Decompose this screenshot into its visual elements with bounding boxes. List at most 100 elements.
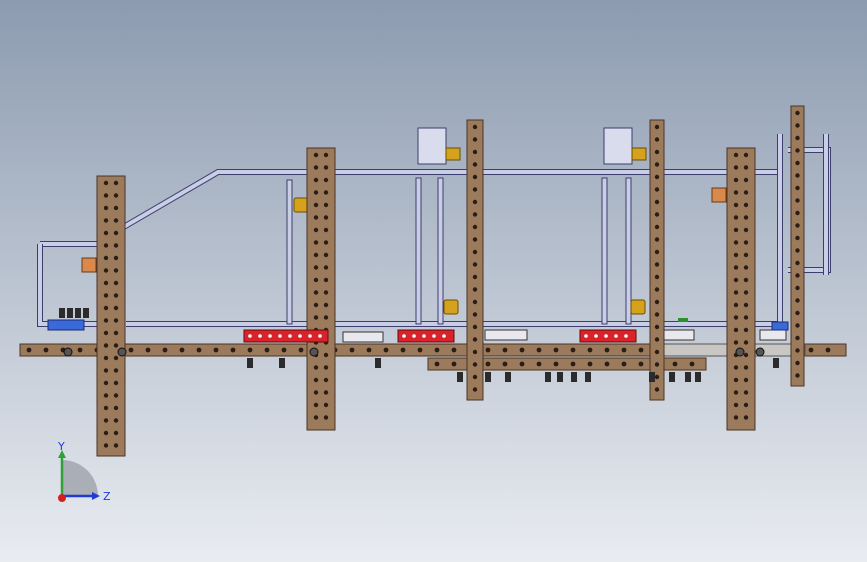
- post-2-hole: [313, 240, 319, 245]
- post-4-hole: [654, 174, 660, 180]
- motor-1[interactable]: [417, 127, 447, 165]
- post-5-hole: [743, 315, 749, 320]
- post-1[interactable]: [96, 175, 126, 457]
- post-1-hole: [113, 355, 119, 361]
- bolt-10: [585, 372, 591, 382]
- post-5-hole: [743, 240, 749, 245]
- post-3-hole: [472, 124, 478, 130]
- post-3-hole: [472, 299, 478, 305]
- post-2-hole: [313, 215, 319, 220]
- red-block-1[interactable]: [243, 329, 329, 343]
- connector-block-1[interactable]: [342, 331, 384, 343]
- main-base-rail-hole: [77, 347, 83, 353]
- bolt-7: [545, 372, 551, 382]
- post-2-hole: [323, 252, 329, 258]
- post-3[interactable]: [466, 119, 484, 401]
- connector-block-3[interactable]: [663, 329, 695, 341]
- post-4-hole: [654, 374, 660, 380]
- post-6-hole: [795, 273, 800, 278]
- post-4-hole: [654, 149, 660, 155]
- post-3-hole: [472, 249, 478, 255]
- graphics-viewport[interactable]: Y Z: [0, 0, 867, 562]
- main-base-rail-hole: [570, 347, 576, 353]
- post-5-hole: [733, 302, 739, 308]
- frame-support-5[interactable]: [625, 177, 632, 325]
- post-2-hole: [323, 290, 329, 295]
- post-1-hole: [103, 230, 109, 236]
- blue-mount-right[interactable]: [771, 321, 789, 331]
- connector-block-4[interactable]: [759, 329, 787, 341]
- main-base-rail-hole: [247, 347, 253, 353]
- main-base-rail-hole: [162, 347, 168, 353]
- post-4-hole: [654, 274, 660, 280]
- main-base-rail-hole: [383, 347, 389, 353]
- post-5-hole: [733, 340, 739, 345]
- nut-1: [63, 347, 73, 357]
- post-2-hole: [323, 365, 329, 370]
- post-2-hole: [313, 227, 319, 233]
- post-4-hole: [654, 312, 660, 317]
- red-block-hole: [258, 334, 262, 338]
- post-5-hole: [733, 327, 739, 333]
- assembly-model[interactable]: [0, 0, 867, 562]
- triad-quarter-disc: [62, 460, 98, 496]
- post-1-hole: [113, 405, 119, 411]
- post-4-hole: [654, 237, 660, 242]
- post-2-hole: [313, 290, 319, 295]
- post-5-hole: [733, 365, 739, 370]
- y-axis-label: Y: [57, 440, 65, 453]
- frame-support-4[interactable]: [601, 177, 608, 325]
- motor-2[interactable]: [603, 127, 633, 165]
- post-6-hole: [795, 323, 800, 328]
- main-base-rail-hole: [298, 347, 304, 353]
- post-1-hole: [113, 193, 119, 198]
- blue-mount-left[interactable]: [47, 319, 85, 331]
- post-6[interactable]: [790, 105, 805, 387]
- post-4-hole: [654, 187, 660, 192]
- post-1-hole: [103, 193, 109, 198]
- post-3-hole: [472, 187, 478, 192]
- post-5-hole: [733, 177, 739, 183]
- main-base-rail-hole: [417, 347, 423, 353]
- nut-3: [309, 347, 319, 357]
- post-3-hole: [472, 199, 478, 205]
- post-2-hole: [313, 365, 319, 370]
- frame-support-2[interactable]: [415, 177, 422, 325]
- post-5-hole: [733, 415, 739, 420]
- post-2-hole: [323, 215, 329, 220]
- frame-support-3[interactable]: [437, 177, 444, 325]
- post-5-hole: [733, 402, 739, 408]
- post-3-hole: [472, 362, 478, 367]
- post-2-hole: [313, 152, 319, 158]
- post-5-hole: [743, 215, 749, 220]
- post-6-hole: [795, 110, 800, 116]
- post-1-hole: [103, 293, 109, 298]
- post-2-hole: [323, 390, 329, 395]
- post-6-hole: [795, 248, 800, 253]
- post-5-hole: [733, 165, 739, 170]
- standoff-4: [83, 308, 89, 318]
- post-4[interactable]: [649, 119, 665, 401]
- post-1-hole: [113, 318, 119, 323]
- motor-coupler-2: [631, 147, 647, 161]
- post-6-hole: [795, 235, 800, 241]
- bolt-15: [773, 358, 779, 368]
- red-block-hole: [278, 334, 282, 338]
- red-block-hole: [298, 334, 302, 338]
- bolt-3: [375, 358, 381, 368]
- main-base-rail-hole: [434, 347, 440, 353]
- post-5-hole: [743, 165, 749, 170]
- post-1-hole: [113, 255, 119, 261]
- connector-block-2[interactable]: [484, 329, 528, 341]
- post-5[interactable]: [726, 147, 756, 431]
- red-block-hole: [318, 334, 322, 338]
- post-3-hole: [472, 312, 478, 317]
- secondary-base-rail-hole: [587, 361, 593, 367]
- post-2[interactable]: [306, 147, 336, 431]
- frame-support-1[interactable]: [286, 179, 293, 325]
- post-3-hole: [472, 212, 478, 217]
- post-4-hole: [654, 262, 660, 267]
- post-4-hole: [654, 199, 660, 205]
- post-4-hole: [654, 137, 660, 142]
- post-6-hole: [795, 335, 800, 341]
